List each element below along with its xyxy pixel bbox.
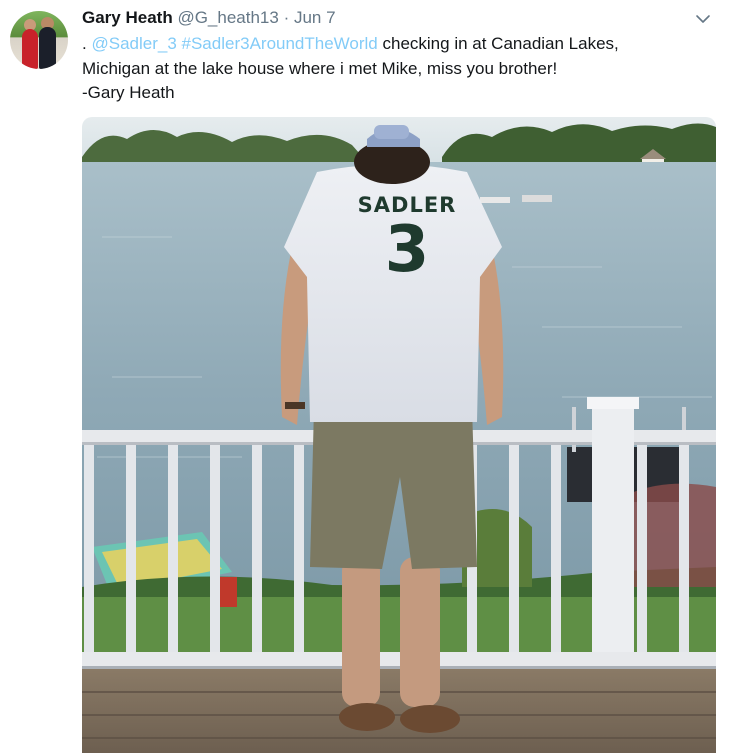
avatar[interactable] — [10, 11, 68, 69]
tweet-photo[interactable]: SADLER 3 — [82, 117, 716, 753]
avatar-person-body — [22, 29, 38, 69]
mention-link[interactable]: @Sadler_3 — [91, 34, 176, 53]
text-prefix: . — [82, 34, 87, 53]
tweet-text: . @Sadler_3 #Sadler3AroundTheWorld check… — [82, 32, 712, 106]
author-handle[interactable]: @G_heath13 — [177, 8, 278, 27]
avatar-person-body — [39, 27, 56, 69]
shirt-number: 3 — [384, 213, 430, 287]
tweet-date[interactable]: Jun 7 — [294, 8, 336, 27]
separator: · — [283, 8, 290, 27]
text-line3: -Gary Heath — [82, 83, 175, 102]
author-name[interactable]: Gary Heath — [82, 8, 173, 27]
text-line2: Michigan at the lake house where i met M… — [82, 58, 558, 78]
tweet: Gary Heath @G_heath13 · Jun 7 . @Sadler_… — [0, 0, 732, 753]
tweet-header: Gary Heath @G_heath13 · Jun 7 — [82, 7, 336, 29]
text-line1: checking in at Canadian Lakes, — [382, 34, 619, 53]
hashtag-link[interactable]: #Sadler3AroundTheWorld — [182, 34, 378, 53]
chevron-down-icon[interactable] — [694, 10, 712, 28]
